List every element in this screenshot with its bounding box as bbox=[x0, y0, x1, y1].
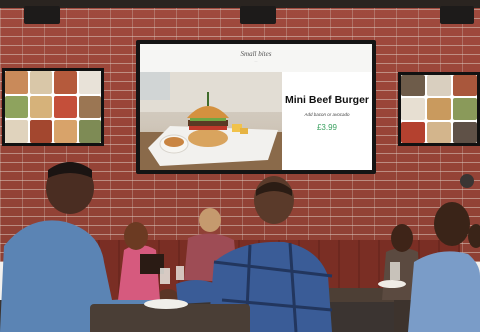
tableware bbox=[144, 266, 406, 309]
plate bbox=[378, 280, 406, 288]
water-glass bbox=[176, 266, 184, 280]
restaurant-scene: Small bites ... Mini Beef Burger Add bac… bbox=[0, 0, 480, 332]
plate bbox=[144, 299, 188, 309]
water-glass bbox=[160, 268, 170, 284]
